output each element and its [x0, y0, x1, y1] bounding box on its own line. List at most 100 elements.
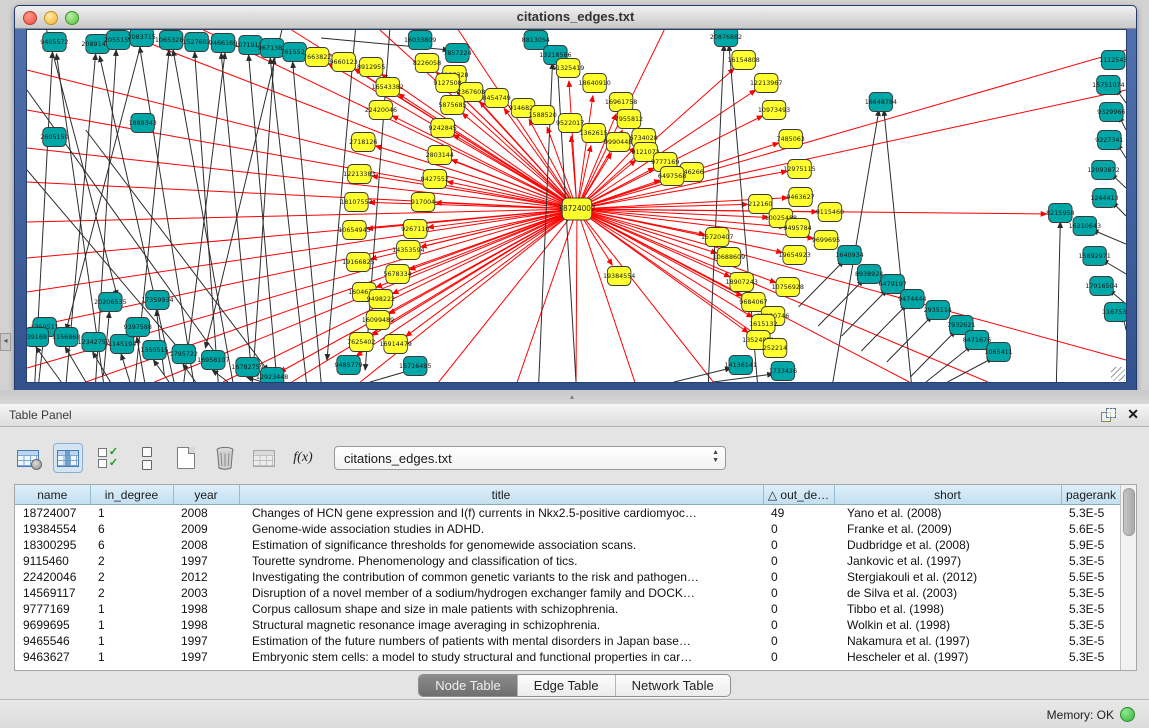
graph-node[interactable]: 15751074 — [1092, 76, 1124, 95]
column-header-short[interactable]: short — [834, 485, 1061, 505]
delete-table-button[interactable] — [211, 444, 239, 472]
graph-node[interactable]: 10973493 — [758, 101, 790, 120]
graph-node[interactable]: 1588520 — [529, 106, 557, 125]
graph-node[interactable]: 5875685 — [438, 96, 466, 115]
graph-node[interactable]: 10756928 — [772, 278, 804, 297]
graph-node[interactable]: 7955812 — [615, 110, 643, 129]
graph-node[interactable]: 9405572 — [40, 33, 68, 52]
graph-node[interactable]: 12213967 — [750, 74, 782, 93]
graph-node[interactable]: 6497568 — [658, 167, 686, 186]
graph-node[interactable]: 9242845 — [429, 119, 457, 138]
function-builder-button[interactable]: f(x) — [289, 444, 317, 472]
column-header-name[interactable]: name — [15, 485, 90, 505]
graph-node[interactable]: 16099489 — [362, 311, 394, 330]
column-header-pagerank[interactable]: pagerank — [1061, 485, 1121, 505]
graph-node[interactable]: 12975115 — [783, 160, 815, 179]
graph-node[interactable]: 8454749 — [482, 89, 510, 108]
graph-node[interactable]: 1889343 — [129, 114, 157, 133]
graph-node[interactable]: 20876882 — [710, 30, 742, 47]
graph-node[interactable]: 19166825 — [342, 253, 374, 272]
graph-node[interactable]: 1112543 — [1099, 51, 1126, 70]
graph-node[interactable]: 7625402 — [347, 333, 375, 352]
graph-node[interactable]: 11325419 — [552, 59, 584, 78]
graph-node[interactable]: 16648784 — [865, 93, 897, 112]
table-row[interactable]: 977716911998Corpus callosum shape and si… — [15, 601, 1121, 617]
tab-network-table[interactable]: Network Table — [615, 675, 730, 696]
graph-node[interactable]: 8427552 — [421, 170, 449, 189]
graph-node[interactable]: 20206535 — [94, 293, 126, 312]
graph-node[interactable]: 1156868 — [52, 328, 80, 347]
graph-node[interactable]: 18107553 — [340, 193, 372, 212]
canvas-resize-grip[interactable] — [1111, 367, 1125, 381]
graph-node[interactable]: 252214 — [763, 339, 787, 358]
column-header-out_de[interactable]: △ out_de… — [763, 485, 834, 505]
select-all-button[interactable]: ✓ ✓ — [94, 444, 122, 472]
column-header-year[interactable]: year — [173, 485, 239, 505]
graph-node[interactable]: 1795722 — [170, 345, 198, 364]
graph-node[interactable]: 12213383 — [343, 165, 375, 184]
table-row[interactable]: 1872400712008Changes of HCN gene express… — [15, 505, 1121, 522]
graph-node[interactable]: 16154808 — [727, 51, 759, 70]
panel-divider[interactable]: ▴ — [0, 390, 1149, 404]
table-row[interactable]: 2242004622012Investigating the contribut… — [15, 569, 1121, 585]
graph-node[interactable]: 2803144 — [426, 146, 454, 165]
graph-node[interactable]: 1527602 — [182, 33, 210, 52]
graph-node[interactable]: 9485779 — [334, 356, 362, 375]
graph-node[interactable]: 18640910 — [578, 74, 610, 93]
table-scrollbar[interactable] — [1120, 485, 1136, 670]
graph-node[interactable]: 212160 — [748, 195, 772, 214]
graph-node[interactable]: 9267110 — [401, 220, 429, 239]
graph-node[interactable]: 14136141 — [725, 356, 757, 375]
graph-node[interactable]: 16961758 — [605, 93, 637, 112]
table-row[interactable]: 946554611997Estimation of the future num… — [15, 633, 1121, 649]
graph-node[interactable]: 19384554 — [603, 267, 635, 286]
graph-node[interactable]: 9495784 — [783, 219, 811, 238]
table-row[interactable]: 911546021997Tourette syndrome. Phenomeno… — [15, 553, 1121, 569]
tab-edge-table[interactable]: Edge Table — [517, 675, 615, 696]
graph-node[interactable]: 9397588 — [124, 318, 152, 337]
graph-node[interactable]: 10654943 — [338, 221, 370, 240]
graph-node[interactable]: 9329966 — [1097, 103, 1125, 122]
deselect-all-button[interactable] — [133, 444, 161, 472]
graph-node[interactable]: 12342757 — [77, 333, 109, 352]
graph-node[interactable]: 14353594 — [392, 241, 424, 260]
graph-node[interactable]: 9498222 — [367, 290, 395, 309]
graph-node[interactable]: 9227341 — [1095, 131, 1123, 150]
graph-node[interactable]: 2605150 — [40, 128, 68, 147]
graph-node[interactable]: 9115460 — [816, 203, 844, 222]
graph-node[interactable]: 2718126 — [349, 133, 377, 152]
graph-node[interactable]: 16914479 — [379, 335, 411, 354]
graph-node[interactable]: 18724007 — [558, 198, 596, 220]
graph-node[interactable]: 2935114 — [924, 301, 952, 320]
float-panel-icon[interactable] — [1101, 408, 1115, 421]
table-row[interactable]: 1456911722003Disruption of a novel membe… — [15, 585, 1121, 601]
graph-node[interactable]: 12093872 — [1087, 161, 1119, 180]
network-canvas[interactable]: 9405572208914062055150208371510653287152… — [26, 29, 1127, 383]
graph-node[interactable]: 1733426 — [769, 362, 797, 381]
graph-node[interactable]: 917004 — [411, 193, 435, 212]
graph-node[interactable]: 1350515 — [140, 341, 168, 360]
tab-node-table[interactable]: Node Table — [419, 675, 517, 696]
graph-node[interactable]: 16210643 — [1069, 217, 1101, 236]
graph-node[interactable]: 9463627 — [786, 188, 814, 207]
graph-node[interactable]: 10688609 — [713, 248, 745, 267]
table-row[interactable]: 1830029562008Estimation of significance … — [15, 537, 1121, 553]
graph-node[interactable]: 1244413 — [1090, 189, 1118, 208]
graph-node[interactable]: 8215958 — [1046, 204, 1074, 223]
close-panel-icon[interactable]: ✕ — [1127, 407, 1139, 421]
memory-ok-indicator[interactable] — [1120, 707, 1135, 722]
graph-node[interactable]: 15892971 — [1078, 247, 1110, 266]
graph-node[interactable]: 8912955 — [357, 58, 385, 77]
show-columns-button[interactable] — [53, 443, 83, 473]
divider-handle[interactable]: ▴ — [570, 394, 579, 400]
network-table-selector[interactable]: citations_edges.txt ▲▼ — [334, 446, 726, 470]
graph-node[interactable]: 5678334 — [383, 265, 411, 284]
graph-node[interactable]: 9660123 — [329, 53, 357, 72]
graph-node[interactable]: 7485063 — [777, 130, 805, 149]
graph-node[interactable]: 22420046 — [365, 101, 397, 120]
graph-node[interactable]: 16543382 — [372, 78, 404, 97]
table-settings-button[interactable] — [14, 444, 42, 472]
graph-node[interactable]: 2083715 — [128, 30, 156, 47]
graph-node[interactable]: 1145194 — [108, 335, 136, 354]
graph-node[interactable]: 9466160 — [209, 34, 237, 53]
